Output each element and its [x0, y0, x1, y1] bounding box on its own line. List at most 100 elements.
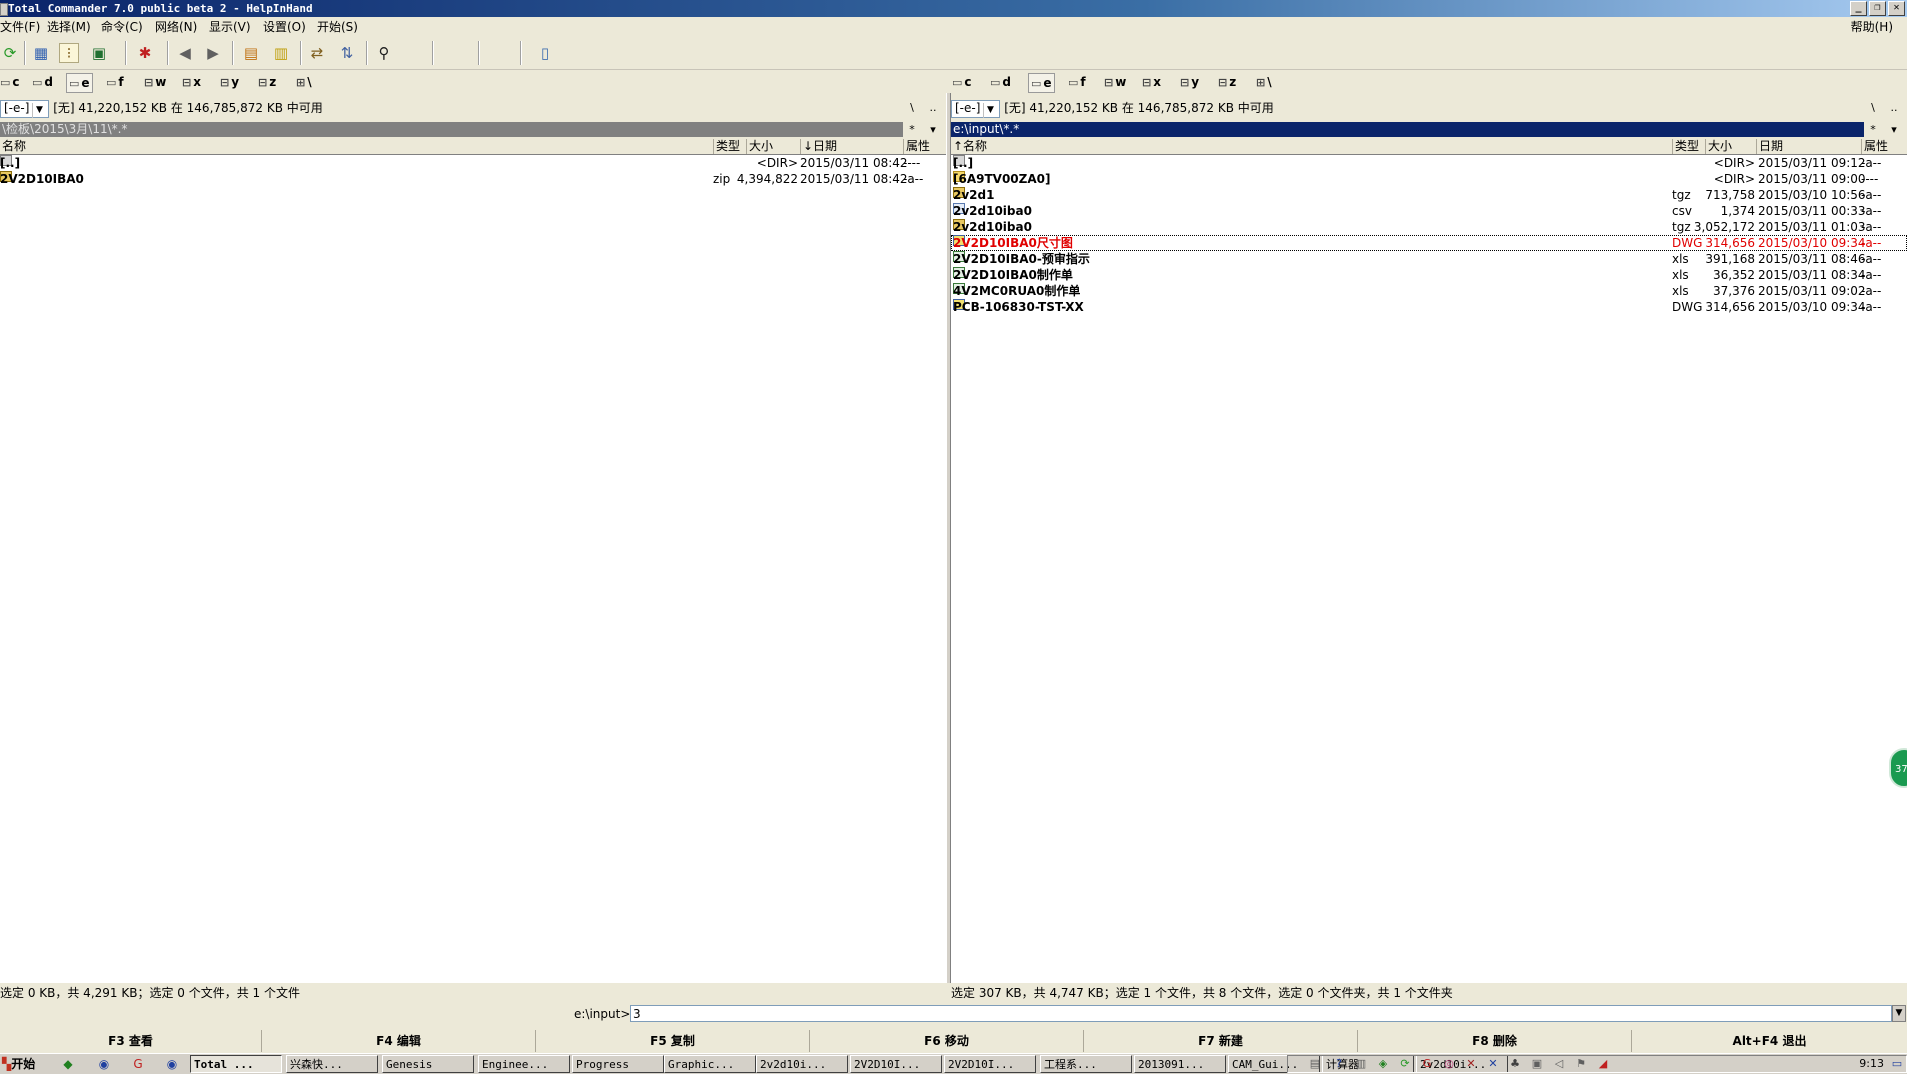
f6-move-button[interactable]: F6 移动 [810, 1030, 1084, 1052]
quicklaunch-icon[interactable]: ◉ [164, 1056, 180, 1072]
list-item[interactable]: PCB-106830-TST-XX DWG 314,656 2015/03/10… [951, 299, 1907, 315]
left-col-date[interactable]: ↓日期 [800, 139, 906, 154]
tray-icon[interactable]: ◎ [1442, 1057, 1456, 1071]
right-file-list[interactable]: [..] <DIR> 2015/03/11 09:12 -a-- [6A9TV0… [951, 155, 1907, 983]
pack-icon[interactable]: ▤ [241, 43, 261, 63]
f8-delete-button[interactable]: F8 删除 [1358, 1030, 1632, 1052]
left-path-bar[interactable]: \检板\2015\3月\11\*.* [0, 122, 903, 137]
menu-select[interactable]: 选择(M) [47, 19, 91, 35]
list-item[interactable]: 2V2D10IBA0 zip 4,394,822 2015/03/11 08:4… [0, 171, 946, 187]
help-icon[interactable]: ? [1332, 1057, 1346, 1071]
notepad-icon[interactable]: ▯ [535, 43, 555, 63]
right-path-bar[interactable]: e:\input\*.* [951, 122, 1864, 137]
f4-edit-button[interactable]: F4 编辑 [262, 1030, 536, 1052]
left-col-ext[interactable]: 类型 [713, 139, 746, 154]
list-item[interactable]: [..] <DIR> 2015/03/11 09:12 -a-- [951, 155, 1907, 171]
list-item[interactable]: 2v2d1 tgz 713,758 2015/03/10 10:56 -a-- [951, 187, 1907, 203]
right-drive-y[interactable]: ⊟ y [1180, 73, 1199, 91]
find-icon[interactable]: ⚲ [374, 43, 394, 63]
right-up-button[interactable]: .. [1885, 99, 1903, 116]
network-icon[interactable]: ▣ [1530, 1057, 1544, 1071]
left-col-name[interactable]: 名称 [0, 139, 714, 154]
list-item[interactable]: 2V2D10IBA0-预审指示 xls 391,168 2015/03/11 0… [951, 251, 1907, 267]
menu-settings[interactable]: 设置(O) [263, 19, 306, 35]
shield-icon[interactable]: ◈ [1376, 1057, 1390, 1071]
taskbar-button[interactable]: Progress [572, 1055, 664, 1073]
close-button[interactable]: ✕ [1888, 1, 1905, 16]
list-item-selected[interactable]: 2V2D10IBA0尺寸图 DWG 314,656 2015/03/10 09:… [951, 235, 1907, 251]
f3-view-button[interactable]: F3 查看 [0, 1030, 262, 1052]
sync-icon[interactable]: ⇅ [337, 43, 357, 63]
right-col-size[interactable]: 大小 [1705, 139, 1758, 154]
quicklaunch-icon[interactable]: ◆ [60, 1056, 76, 1072]
left-drive-combo[interactable]: [-e-] ▼ [0, 99, 50, 118]
sparkle-icon[interactable]: ✱ [135, 43, 155, 63]
right-drive-f[interactable]: ▭ f [1068, 73, 1086, 91]
command-input[interactable]: 3 [630, 1005, 1892, 1022]
list-item[interactable]: 2V2D10IBA0制作单 xls 36,352 2015/03/11 08:3… [951, 267, 1907, 283]
right-col-date[interactable]: 日期 [1756, 139, 1862, 154]
tray-icon[interactable]: ▥ [1354, 1057, 1368, 1071]
flag-icon[interactable]: ⚑ [1574, 1057, 1588, 1071]
left-root-button[interactable]: \ [903, 99, 921, 116]
menu-command[interactable]: 命令(C) [101, 19, 143, 35]
taskbar-button[interactable]: Enginee... [478, 1055, 570, 1073]
printer-icon[interactable]: ▤ [1308, 1057, 1322, 1071]
right-drive-x[interactable]: ⊟ x [1142, 73, 1161, 91]
command-history-dropdown[interactable]: ▼ [1892, 1005, 1906, 1022]
taskbar-button[interactable]: Total ... [190, 1055, 282, 1073]
quicklaunch-icon[interactable]: ◉ [96, 1056, 112, 1072]
left-drive-c[interactable]: ▭ c [0, 73, 20, 91]
right-col-ext[interactable]: 类型 [1672, 139, 1705, 154]
refresh-icon[interactable]: ⟳ [0, 43, 20, 63]
thumbnail-icon[interactable]: ▣ [89, 43, 109, 63]
taskbar-button[interactable]: Graphic... [664, 1055, 756, 1073]
left-drive-e[interactable]: ▭ e [66, 73, 93, 93]
list-item[interactable]: 2v2d10iba0 tgz 3,052,172 2015/03/11 01:0… [951, 219, 1907, 235]
taskbar-button[interactable]: 2013091... [1134, 1055, 1226, 1073]
tray-icon[interactable]: ◢ [1596, 1057, 1610, 1071]
left-drive-w[interactable]: ⊟ w [144, 73, 166, 91]
alt-f4-exit-button[interactable]: Alt+F4 退出 [1632, 1030, 1907, 1052]
left-up-button[interactable]: .. [924, 99, 942, 116]
list-item[interactable]: [..] <DIR> 2015/03/11 08:42 ---- [0, 155, 946, 171]
right-drive-network[interactable]: ⊞ \ [1256, 73, 1272, 91]
compare-icon[interactable]: ⇄ [307, 43, 327, 63]
list-item[interactable]: 4V2MC0RUA0制作单 xls 37,376 2015/03/11 09:0… [951, 283, 1907, 299]
floating-badge[interactable]: 37 [1889, 748, 1907, 788]
start-button[interactable]: ▚开始 [0, 1055, 35, 1073]
f7-new-button[interactable]: F7 新建 [1084, 1030, 1358, 1052]
right-root-button[interactable]: \ [1864, 99, 1882, 116]
right-drive-c[interactable]: ▭ c [952, 73, 972, 91]
quicklaunch-icon[interactable]: G [130, 1056, 146, 1072]
right-drive-w[interactable]: ⊟ w [1104, 73, 1126, 91]
menu-file[interactable]: 文件(F) [0, 19, 40, 35]
left-history-button[interactable]: ▾ [924, 122, 942, 137]
list-item[interactable]: 2v2d10iba0 csv 1,374 2015/03/11 00:33 -a… [951, 203, 1907, 219]
restore-button[interactable]: ❐ [1869, 1, 1886, 16]
right-drive-combo[interactable]: [-e-] ▼ [951, 99, 1001, 118]
tray-icon[interactable]: ♣ [1508, 1057, 1522, 1071]
left-file-list[interactable]: [..] <DIR> 2015/03/11 08:42 ---- 2V2D10I… [0, 155, 946, 983]
menu-view[interactable]: 显示(V) [209, 19, 251, 35]
f5-copy-button[interactable]: F5 复制 [536, 1030, 810, 1052]
show-desktop-icon[interactable]: ▭ [1890, 1057, 1904, 1071]
right-drive-z[interactable]: ⊟ z [1218, 73, 1236, 91]
taskbar-button[interactable]: 2v2d10i... [756, 1055, 848, 1073]
taskbar-button[interactable]: 2V2D10I... [850, 1055, 942, 1073]
left-star-button[interactable]: * [903, 122, 921, 137]
left-col-size[interactable]: 大小 [746, 139, 801, 154]
minimize-button[interactable]: _ [1850, 1, 1867, 16]
right-drive-d[interactable]: ▭ d [990, 73, 1011, 91]
back-icon[interactable]: ◀ [175, 43, 195, 63]
volume-icon[interactable]: ◁ [1552, 1057, 1566, 1071]
left-drive-x[interactable]: ⊟ x [182, 73, 201, 91]
menu-help[interactable]: 帮助(H) [1851, 19, 1893, 35]
tray-icon[interactable]: ✕ [1486, 1057, 1500, 1071]
tray-icon[interactable]: ⟳ [1398, 1057, 1412, 1071]
list-item[interactable]: [6A9TV00ZA0] <DIR> 2015/03/11 09:00 ---- [951, 171, 1907, 187]
right-col-attr[interactable]: 属性 [1861, 139, 1906, 154]
taskbar-button[interactable]: 工程系... [1040, 1055, 1132, 1073]
tray-icon[interactable]: G [1420, 1057, 1434, 1071]
forward-icon[interactable]: ▶ [203, 43, 223, 63]
